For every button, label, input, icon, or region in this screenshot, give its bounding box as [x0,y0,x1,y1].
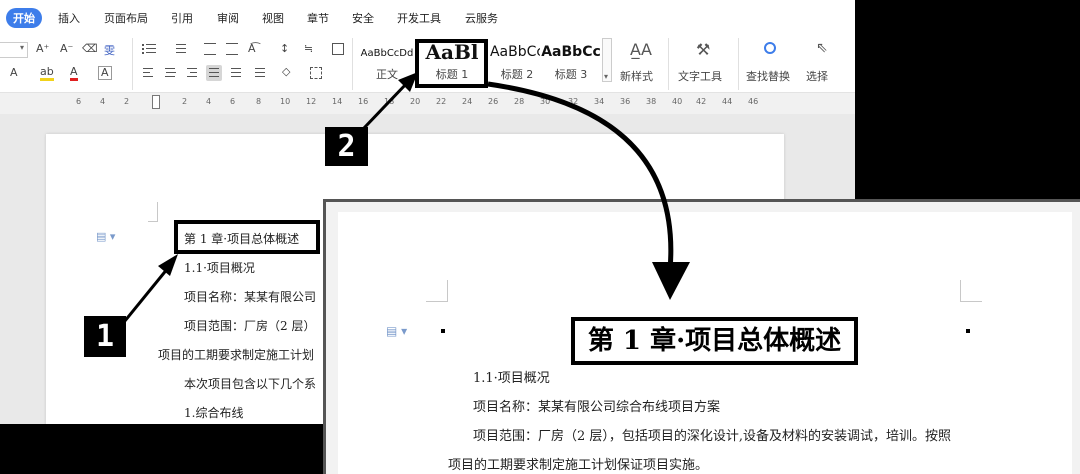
zoomed-inset: ▤ ▾ 第 1 章·项目总体概述 1.1·项目概况 项目名称：某某有限公司综合布… [323,199,1080,474]
text-tools-button[interactable]: ⚒ 文字工具 [676,40,734,84]
chevron-down-icon: ▾ [604,72,609,81]
divider [352,38,353,90]
tab-chapter[interactable]: 章节 [307,10,329,26]
highlight-button[interactable]: ab [40,66,54,81]
black-mask [0,424,330,474]
chevron-down-icon: ▾ [19,43,24,52]
inset-heading: 第 1 章·项目总体概述 [587,326,842,356]
margin-corner-mark [960,280,982,302]
text-effect-button[interactable]: A [10,66,18,79]
align-left-button[interactable] [140,65,156,81]
doc-paragraph[interactable]: 1.1·项目概况 [184,259,255,276]
doc-paragraph[interactable]: 本次项目包含以下几个系 [184,375,316,392]
divider [132,38,133,90]
new-style-icon: A̲A [630,40,652,59]
paste-options-icon: ▤ ▾ [386,324,408,338]
align-right-button[interactable] [184,65,200,81]
tab-cloud[interactable]: 云服务 [465,10,498,26]
doc-paragraph[interactable]: 项目名称：某某有限公司 [184,288,316,305]
align-center-button[interactable] [162,65,178,81]
tab-references[interactable]: 引用 [171,10,193,26]
distribute-button[interactable] [228,65,244,81]
step-badge-2: 2 [325,127,368,166]
font-color-button[interactable]: A [70,66,78,81]
new-style-button[interactable]: A̲A 新样式 [618,40,664,84]
tab-security[interactable]: 安全 [352,10,374,26]
style-scroll[interactable]: ▾ [602,38,612,82]
inset-paragraph: 项目名称：某某有限公司综合布线项目方案 [473,400,721,415]
horizontal-ruler[interactable]: 6 4 2 2 4 6 8 10 12 14 16 18 20 22 24 26… [0,92,855,114]
indent-marker[interactable] [152,95,160,109]
inset-paragraph: 项目范围：厂房（2 层），包括项目的深化设计,设备及材料的安装调试，培训。按照 [473,429,952,444]
margin-corner-mark [148,202,158,222]
decrease-indent-icon[interactable] [204,43,216,55]
bullet-list-icon[interactable] [142,43,156,55]
borders-icon[interactable] [310,67,322,79]
shading-icon[interactable]: ◇ [282,65,290,78]
highlight-heading-box [174,220,320,254]
divider [738,38,739,90]
style-heading-3[interactable]: AaBbCc 标题 3 [540,38,602,82]
tab-page-layout[interactable]: 页面布局 [104,10,148,26]
char-border-button[interactable]: A [98,66,112,80]
line-spacing-button[interactable] [252,65,268,81]
inset-paragraph: 项目的工期要求制定施工计划保证项目实施。 [448,458,709,473]
doc-paragraph[interactable]: 1.综合布线 [184,404,243,421]
clear-format-button[interactable]: ⌫ [82,42,98,55]
search-icon [764,42,776,54]
inset-paragraph: 1.1·项目概况 [473,371,550,386]
chinese-layout-icon[interactable]: A͡ [248,42,256,55]
sort-icon[interactable]: ↕ [280,42,289,55]
highlight-heading1-style-box [415,39,488,88]
table-border-icon[interactable] [332,43,344,55]
inset-heading-box: 第 1 章·项目总体概述 [571,317,858,365]
tab-home[interactable]: 开始 [6,8,42,28]
phonetic-guide-button[interactable]: 雯 [104,42,115,58]
tab-developer[interactable]: 开发工具 [397,10,441,26]
paragraph-mark [966,329,970,333]
style-normal[interactable]: AaBbCcDd 正文 [356,38,418,82]
cursor-arrow-icon: ⇖ [816,40,828,56]
tab-insert[interactable]: 插入 [58,10,80,26]
tab-view[interactable]: 视图 [262,10,284,26]
shrink-font-button[interactable]: A⁻ [60,42,73,55]
doc-paragraph[interactable]: 项目范围：厂房（2 层） [184,317,315,334]
justify-button[interactable] [206,65,222,81]
wrench-icon: ⚒ [696,40,711,59]
paragraph-mark [441,329,445,333]
numbered-list-icon[interactable] [172,43,186,55]
grow-font-button[interactable]: A⁺ [36,42,49,55]
increase-indent-icon[interactable] [226,43,238,55]
inset-page: ▤ ▾ 第 1 章·项目总体概述 1.1·项目概况 项目名称：某某有限公司综合布… [338,212,1072,474]
select-button[interactable]: ⇖ 选择 [804,40,844,84]
step-badge-1: 1 [84,316,126,357]
paste-options-icon[interactable]: ▤ ▾ [96,230,115,243]
divider [668,38,669,90]
margin-corner-mark [426,280,448,302]
ribbon-tabs: 开始 插入 页面布局 引用 审阅 视图 章节 安全 开发工具 云服务 [0,0,855,34]
tab-review[interactable]: 审阅 [217,10,239,26]
doc-paragraph[interactable]: 项目的工期要求制定施工计划 [158,346,314,363]
show-marks-icon[interactable]: ≒ [304,42,313,55]
font-size-dropdown[interactable]: ▾ [0,42,28,58]
find-replace-button[interactable]: 查找替换 [744,40,800,84]
style-heading-2[interactable]: AaBbCc 标题 2 [486,38,548,82]
